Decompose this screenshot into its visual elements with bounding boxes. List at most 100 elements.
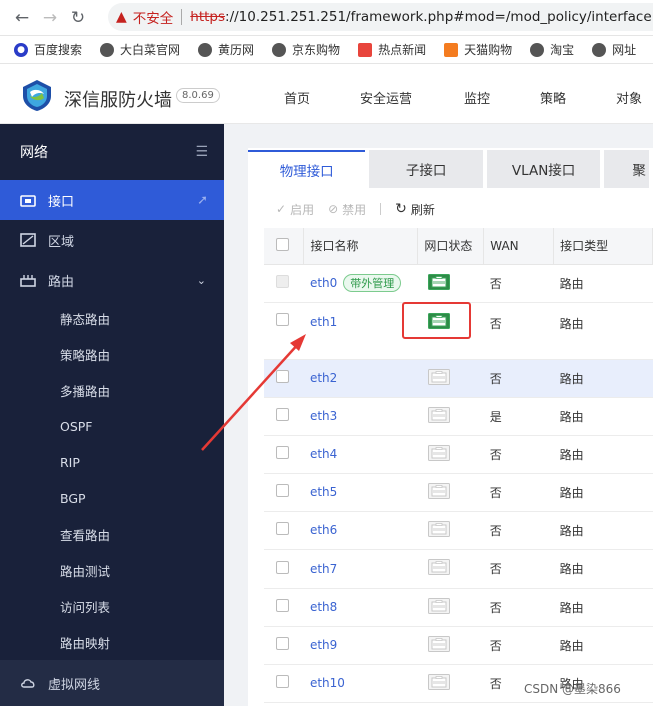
- interface-name-link[interactable]: eth2: [310, 371, 337, 385]
- port-status-cell: [417, 473, 484, 512]
- address-bar[interactable]: ▲ 不安全 https://10.251.251.251/framework.p…: [108, 3, 653, 31]
- port-down-icon: [427, 444, 450, 461]
- row-select-cell: [264, 359, 304, 398]
- sidebar-subitem-access-list[interactable]: 访问列表: [0, 588, 224, 624]
- row-checkbox[interactable]: [276, 370, 289, 383]
- table-row[interactable]: eth0 带外管理 否 路由: [264, 264, 653, 303]
- bookmark-dabaicai[interactable]: 大白菜官网: [100, 41, 180, 58]
- row-checkbox[interactable]: [276, 312, 289, 326]
- row-select-cell: [264, 435, 304, 474]
- disable-button[interactable]: ⊘ 禁用: [328, 201, 366, 218]
- interface-name-link[interactable]: eth10: [310, 676, 345, 690]
- bookmark-taobao[interactable]: 淘宝: [530, 41, 574, 58]
- bookmark-label: 黄历网: [218, 43, 255, 57]
- col-wan[interactable]: WAN: [483, 228, 555, 265]
- table-row[interactable]: eth4 否 路由: [264, 435, 653, 474]
- row-select-cell: [264, 664, 304, 703]
- forward-icon[interactable]: →: [36, 4, 64, 32]
- chevron-down-icon[interactable]: ⌄: [197, 274, 206, 287]
- bookmark-huangli[interactable]: 黄历网: [198, 41, 254, 58]
- row-select-cell: [264, 511, 304, 550]
- row-checkbox[interactable]: [276, 637, 289, 650]
- sidebar-subitem-bgp[interactable]: BGP: [0, 480, 224, 516]
- interface-type-cell: 路由: [553, 359, 653, 398]
- interface-name-link[interactable]: eth1: [310, 315, 337, 329]
- interface-name-link[interactable]: eth9: [310, 638, 337, 652]
- row-checkbox[interactable]: [276, 522, 289, 535]
- tab-vlan-interface[interactable]: VLAN接口: [486, 150, 601, 188]
- browser-toolbar: ← → ↻ ▲ 不安全 https://10.251.251.251/frame…: [0, 0, 653, 36]
- sidebar-subitem-static-route[interactable]: 静态路由: [0, 300, 224, 336]
- bookmark-wangzhi[interactable]: 网址: [592, 41, 636, 58]
- table-row[interactable]: eth5 否 路由: [264, 473, 653, 512]
- nav-security-ops[interactable]: 安全运营: [360, 88, 464, 107]
- url-scheme: https: [190, 9, 226, 25]
- interface-name-link[interactable]: eth8: [310, 600, 337, 614]
- row-checkbox[interactable]: [276, 560, 289, 574]
- interface-name-link[interactable]: eth3: [310, 409, 337, 423]
- globe-icon: [100, 42, 115, 57]
- wan-cell: 否: [483, 549, 554, 589]
- table-row[interactable]: eth3 是 路由: [264, 397, 653, 436]
- bookmark-news[interactable]: 热点新闻: [358, 41, 426, 58]
- port-status-cell: [417, 435, 484, 474]
- select-all-checkbox[interactable]: [276, 237, 289, 251]
- tab-physical-interface[interactable]: 物理接口: [248, 150, 366, 188]
- interface-name-link[interactable]: eth7: [310, 562, 337, 576]
- toolbar-divider: [380, 203, 382, 215]
- table-row[interactable]: eth2 否 路由: [264, 359, 653, 398]
- row-checkbox[interactable]: [276, 484, 289, 497]
- row-checkbox[interactable]: [276, 675, 289, 688]
- row-checkbox[interactable]: [276, 408, 289, 421]
- sidebar-subitem-route-map[interactable]: 路由映射: [0, 624, 224, 660]
- sidebar-subitem-view-route[interactable]: 查看路由: [0, 516, 224, 552]
- app-header: 深信服防火墙 8.0.69 首页 安全运营 监控 策略 对象: [0, 64, 653, 124]
- sidebar-subitem-route-test[interactable]: 路由测试: [0, 552, 224, 588]
- enable-button[interactable]: ✓ 启用: [276, 201, 314, 218]
- bookmark-baidu[interactable]: ● 百度搜索: [14, 41, 82, 58]
- interface-name-link[interactable]: eth4: [310, 447, 337, 461]
- back-icon[interactable]: ←: [8, 4, 36, 32]
- interface-name-link[interactable]: eth6: [310, 523, 337, 537]
- reload-icon[interactable]: ↻: [64, 4, 92, 32]
- check-icon: ✓: [276, 202, 287, 216]
- interface-name-link[interactable]: eth5: [310, 485, 337, 499]
- bookmark-tmall[interactable]: 天猫购物: [444, 41, 512, 58]
- col-interface-type[interactable]: 接口类型: [553, 228, 653, 265]
- sidebar-item-interface[interactable]: 接口 ➚: [0, 180, 224, 220]
- globe-icon: [198, 42, 213, 57]
- sidebar-item-label: 虚拟网线: [48, 677, 101, 693]
- interface-name-link[interactable]: eth0: [310, 276, 337, 290]
- nav-objects[interactable]: 对象: [616, 88, 642, 107]
- wan-cell: 否: [483, 302, 554, 360]
- table-row[interactable]: eth8 否 路由: [264, 588, 653, 627]
- row-checkbox[interactable]: [276, 599, 289, 612]
- nav-policy[interactable]: 策略: [540, 88, 616, 107]
- sidebar-item-zone[interactable]: 区域: [0, 220, 224, 260]
- table-row[interactable]: eth9 否 路由: [264, 626, 653, 665]
- nav-home[interactable]: 首页: [284, 88, 360, 107]
- refresh-button[interactable]: ↻ 刷新: [395, 201, 435, 218]
- sidebar-item-label: 接口: [48, 194, 75, 210]
- globe-icon: [592, 42, 607, 57]
- interface-name-cell: eth6: [303, 511, 418, 550]
- nav-monitor[interactable]: 监控: [464, 88, 540, 107]
- bookmark-jd[interactable]: 京东购物: [272, 41, 340, 58]
- tab-aggregate-interface[interactable]: 聚: [604, 150, 649, 188]
- sidebar-subitem-ospf[interactable]: OSPF: [0, 408, 224, 444]
- sidebar-item-virtual-wire[interactable]: 虚拟网线: [0, 660, 224, 706]
- row-checkbox[interactable]: [276, 446, 289, 459]
- sidebar-item-route[interactable]: 路由 ⌄: [0, 260, 224, 300]
- collapse-menu-icon[interactable]: ☰: [195, 144, 208, 160]
- sidebar-subitem-rip[interactable]: RIP: [0, 444, 224, 480]
- table-row[interactable]: eth6 否 路由: [264, 511, 653, 550]
- col-interface-name[interactable]: 接口名称: [303, 228, 419, 265]
- sidebar-item-label: 区域: [48, 234, 75, 250]
- interface-type-cell: 路由: [553, 302, 653, 360]
- pin-icon[interactable]: ➚: [197, 193, 208, 208]
- col-port-status[interactable]: 网口状态: [417, 228, 485, 265]
- sidebar-subitem-multicast-route[interactable]: 多播路由: [0, 372, 224, 408]
- table-row[interactable]: eth7 否 路由: [264, 549, 653, 589]
- sidebar-subitem-policy-route[interactable]: 策略路由: [0, 336, 224, 372]
- tab-sub-interface[interactable]: 子接口: [369, 150, 483, 188]
